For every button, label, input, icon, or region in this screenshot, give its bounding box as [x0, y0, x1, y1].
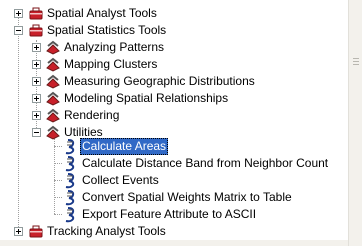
tree-item-label: Calculate Areas — [80, 138, 169, 155]
script-tool-icon — [65, 156, 75, 172]
tree-item-label: Tracking Analyst Tools — [47, 224, 166, 238]
tree-item-label: Convert Spatial Weights Matrix to Table — [82, 190, 292, 204]
expand-toggle[interactable] — [32, 43, 41, 52]
tree-item-spatial-analyst-tools[interactable]: Spatial Analyst Tools — [0, 5, 348, 22]
tree-item-modeling-spatial-relationships[interactable]: Modeling Spatial Relationships — [0, 90, 348, 107]
tree-item-label: Spatial Analyst Tools — [47, 6, 157, 20]
tree-item-label: Measuring Geographic Distributions — [64, 74, 255, 88]
tree-item-label: Collect Events — [82, 173, 159, 187]
tree-item-mapping-clusters[interactable]: Mapping Clusters — [0, 56, 348, 73]
tree-item-calculate-areas[interactable]: Calculate Areas — [0, 138, 348, 155]
toolset-icon — [46, 40, 60, 55]
script-tool-icon — [65, 173, 75, 189]
expand-toggle[interactable] — [32, 60, 41, 69]
expand-toggle[interactable] — [32, 77, 41, 86]
toolbox-icon — [29, 225, 43, 238]
toolset-icon — [46, 108, 60, 123]
script-tool-icon — [65, 139, 75, 155]
tree-item-label: Rendering — [64, 108, 120, 122]
toolbox-icon — [29, 7, 43, 20]
tree-item-label: Export Feature Attribute to ASCII — [82, 207, 257, 221]
horizontal-scrollbar[interactable] — [0, 240, 348, 246]
scrollbar-grip — [353, 64, 359, 66]
scrollbar-grip — [353, 61, 359, 63]
script-tool-icon — [65, 190, 75, 206]
tree-item-measuring-geographic-distributions[interactable]: Measuring Geographic Distributions — [0, 73, 348, 90]
tree-item-collect-events[interactable]: Collect Events — [0, 172, 348, 189]
expand-toggle[interactable] — [32, 111, 41, 120]
toolset-icon — [46, 74, 60, 89]
tree-item-convert-spatial-weights-matrix[interactable]: Convert Spatial Weights Matrix to Table — [0, 189, 348, 206]
tree-item-spatial-statistics-tools[interactable]: Spatial Statistics Tools — [0, 22, 348, 39]
expand-toggle[interactable] — [32, 94, 41, 103]
tree-item-label: Calculate Distance Band from Neighbor Co… — [82, 156, 329, 170]
script-tool-icon — [65, 207, 75, 223]
toolset-icon — [46, 57, 60, 72]
tree-item-label: Spatial Statistics Tools — [47, 23, 167, 37]
expand-toggle[interactable] — [14, 227, 23, 236]
tree-item-label: Analyzing Patterns — [64, 40, 165, 54]
toolbox-tree[interactable]: Spatial Analyst Tools Spatial Statistics… — [0, 0, 348, 246]
tree-item-analyzing-patterns[interactable]: Analyzing Patterns — [0, 39, 348, 56]
vertical-scrollbar[interactable] — [348, 0, 362, 246]
collapse-toggle[interactable] — [14, 26, 23, 35]
tree-item-label: Mapping Clusters — [64, 57, 158, 71]
toolbox-icon — [29, 24, 43, 37]
scrollbar-grip[interactable] — [353, 58, 359, 60]
tree-item-rendering[interactable]: Rendering — [0, 107, 348, 124]
tree-item-export-feature-attribute[interactable]: Export Feature Attribute to ASCII — [0, 206, 348, 223]
tree-item-calculate-distance-band[interactable]: Calculate Distance Band from Neighbor Co… — [0, 155, 348, 172]
expand-toggle[interactable] — [14, 9, 23, 18]
toolset-icon — [46, 91, 60, 106]
tree-item-label: Modeling Spatial Relationships — [64, 91, 229, 105]
tree-item-tracking-analyst-tools[interactable]: Tracking Analyst Tools — [0, 223, 348, 240]
collapse-toggle[interactable] — [32, 128, 41, 137]
